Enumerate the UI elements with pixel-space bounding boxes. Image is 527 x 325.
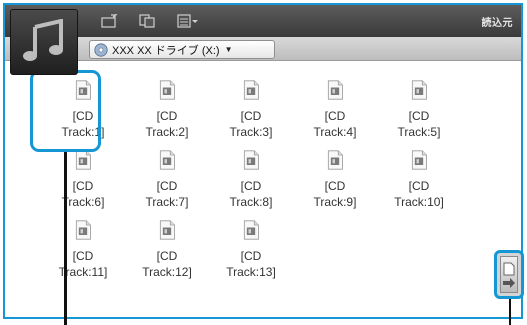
audio-file-icon bbox=[327, 80, 343, 100]
audio-file-icon bbox=[243, 80, 259, 100]
track-item[interactable]: [CD Track:12] bbox=[125, 210, 209, 280]
document-icon bbox=[503, 262, 515, 275]
audio-file-icon bbox=[327, 150, 343, 170]
track-label: [CD Track:9] bbox=[313, 179, 357, 209]
highlight-callout-track-1 bbox=[30, 70, 101, 152]
track-label: [CD Track:6] bbox=[61, 179, 105, 209]
audio-file-icon bbox=[159, 80, 175, 100]
track-item[interactable]: [CD Track:11] bbox=[41, 210, 125, 280]
audio-file-icon bbox=[411, 150, 427, 170]
chevron-down-icon: ▼ bbox=[224, 45, 233, 54]
new-folder-icon[interactable] bbox=[101, 14, 119, 28]
track-label: [CD Track:5] bbox=[397, 109, 441, 139]
track-item[interactable]: [CD Track:8] bbox=[209, 140, 293, 210]
track-item[interactable]: [CD Track:10] bbox=[377, 140, 461, 210]
track-label: [CD Track:13] bbox=[226, 249, 276, 279]
music-note-logo-icon bbox=[10, 9, 78, 75]
toolbar-icons bbox=[101, 14, 199, 28]
import-button[interactable] bbox=[494, 250, 524, 299]
audio-file-icon bbox=[159, 150, 175, 170]
track-label: [CD Track:12] bbox=[142, 249, 192, 279]
track-item[interactable]: [CD Track:9] bbox=[293, 140, 377, 210]
audio-file-icon bbox=[159, 220, 175, 240]
view-menu-icon[interactable] bbox=[177, 14, 199, 28]
track-item[interactable]: [CD Track:4] bbox=[293, 70, 377, 140]
track-label: [CD Track:10] bbox=[394, 179, 444, 209]
track-item[interactable]: [CD Track:13] bbox=[209, 210, 293, 280]
import-button-face bbox=[500, 256, 518, 293]
audio-file-icon bbox=[411, 80, 427, 100]
track-label: [CD Track:3] bbox=[229, 109, 273, 139]
audio-file-icon bbox=[75, 220, 91, 240]
audio-file-icon bbox=[243, 150, 259, 170]
track-label: [CD Track:2] bbox=[145, 109, 189, 139]
track-grid: [CD Track:1] [CD Track:2] [CD Track:3] [CD … bbox=[41, 70, 461, 280]
top-toolbar: 読込元 bbox=[5, 5, 521, 37]
audio-file-icon bbox=[243, 220, 259, 240]
track-label: [CD Track:4] bbox=[313, 109, 357, 139]
drive-select[interactable]: XXX XX ドライブ (X:) ▼ bbox=[89, 40, 275, 59]
location-bar: XXX XX ドライブ (X:) ▼ bbox=[5, 37, 521, 61]
drive-select-label: XXX XX ドライブ (X:) bbox=[112, 44, 220, 57]
track-label: [CD Track:7] bbox=[145, 179, 189, 209]
cd-drive-icon bbox=[94, 42, 108, 57]
callout-line-track bbox=[64, 152, 67, 325]
track-item[interactable]: [CD Track:7] bbox=[125, 140, 209, 210]
audio-file-icon bbox=[75, 150, 91, 170]
import-source-label: 読込元 bbox=[481, 18, 513, 29]
browser-panel: 読込元 XXX XX ドライブ (X:) ▼ [CD Track:1] [CD T… bbox=[3, 3, 523, 319]
callout-line-button bbox=[509, 299, 511, 325]
track-label: [CD Track:8] bbox=[229, 179, 273, 209]
copy-icon[interactable] bbox=[139, 14, 157, 28]
track-item[interactable]: [CD Track:2] bbox=[125, 70, 209, 140]
arrow-right-icon bbox=[503, 277, 515, 288]
track-item[interactable]: [CD Track:5] bbox=[377, 70, 461, 140]
track-item[interactable]: [CD Track:3] bbox=[209, 70, 293, 140]
